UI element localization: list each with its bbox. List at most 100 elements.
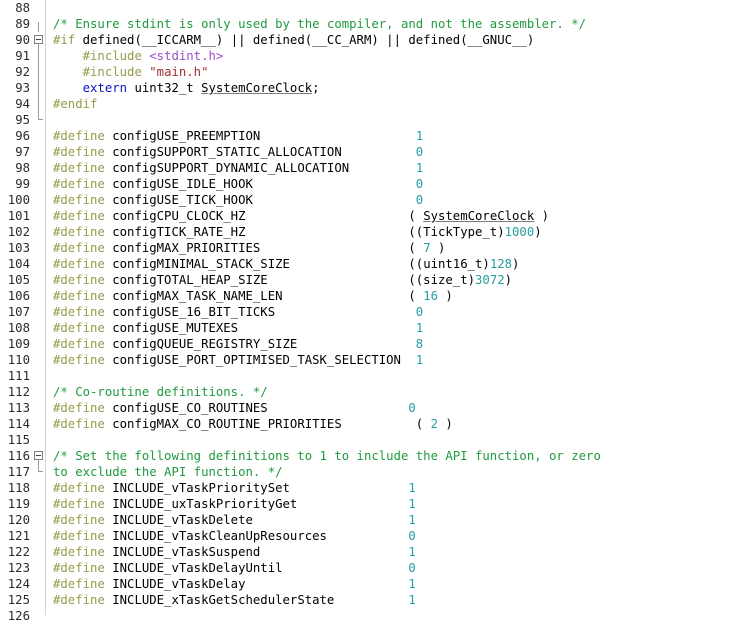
fold-column[interactable] bbox=[33, 80, 48, 96]
code-text[interactable]: /* Co-routine definitions. */ bbox=[48, 384, 730, 400]
code-line[interactable]: 124 #define INCLUDE_vTaskDelay 1 bbox=[0, 576, 730, 592]
code-line[interactable]: 116 /* Set the following definitions to 1… bbox=[0, 448, 730, 464]
code-line[interactable]: 100 #define configUSE_TICK_HOOK 0 bbox=[0, 192, 730, 208]
code-text[interactable]: #define configTICK_RATE_HZ ((TickType_t)… bbox=[48, 224, 730, 240]
code-text[interactable]: #define configUSE_PREEMPTION 1 bbox=[48, 128, 730, 144]
fold-column[interactable] bbox=[33, 32, 48, 48]
code-text[interactable]: #define configMAX_PRIORITIES ( 7 ) bbox=[48, 240, 730, 256]
fold-column[interactable] bbox=[33, 16, 48, 32]
code-text[interactable]: to exclude the API function. */ bbox=[48, 464, 730, 480]
code-text[interactable]: #define configTOTAL_HEAP_SIZE ((size_t)3… bbox=[48, 272, 730, 288]
code-line[interactable]: 109 #define configQUEUE_REGISTRY_SIZE 8 bbox=[0, 336, 730, 352]
code-text[interactable]: #include <stdint.h> bbox=[48, 48, 730, 64]
code-line[interactable]: 103 #define configMAX_PRIORITIES ( 7 ) bbox=[0, 240, 730, 256]
code-line[interactable]: 121 #define INCLUDE_vTaskCleanUpResources… bbox=[0, 528, 730, 544]
code-editor[interactable]: 88 89 /* Ensure stdint is only used by the… bbox=[0, 0, 730, 624]
fold-column[interactable] bbox=[33, 240, 48, 256]
code-line[interactable]: 95 bbox=[0, 112, 730, 128]
code-text[interactable]: /* Set the following definitions to 1 to… bbox=[48, 448, 730, 464]
code-text[interactable]: #define configMAX_CO_ROUTINE_PRIORITIES … bbox=[48, 416, 730, 432]
fold-column[interactable] bbox=[33, 48, 48, 64]
fold-column[interactable] bbox=[33, 112, 48, 128]
code-line[interactable]: 90 #if defined(__ICCARM__) || defined(__C… bbox=[0, 32, 730, 48]
fold-column[interactable] bbox=[33, 144, 48, 160]
fold-column[interactable] bbox=[33, 576, 48, 592]
code-line[interactable]: 107 #define configUSE_16_BIT_TICKS 0 bbox=[0, 304, 730, 320]
code-line[interactable]: 126 bbox=[0, 608, 730, 624]
fold-column[interactable] bbox=[33, 288, 48, 304]
code-text[interactable]: #define INCLUDE_vTaskPrioritySet 1 bbox=[48, 480, 730, 496]
code-line[interactable]: 105 #define configTOTAL_HEAP_SIZE ((size_… bbox=[0, 272, 730, 288]
fold-column[interactable] bbox=[33, 0, 48, 16]
fold-column[interactable] bbox=[33, 592, 48, 608]
code-line[interactable]: 106 #define configMAX_TASK_NAME_LEN ( 16 … bbox=[0, 288, 730, 304]
code-line[interactable]: 99 #define configUSE_IDLE_HOOK 0 bbox=[0, 176, 730, 192]
fold-column[interactable] bbox=[33, 160, 48, 176]
code-text[interactable]: #define configUSE_PORT_OPTIMISED_TASK_SE… bbox=[48, 352, 730, 368]
code-line[interactable]: 91 #include <stdint.h> bbox=[0, 48, 730, 64]
fold-column[interactable] bbox=[33, 128, 48, 144]
code-line[interactable]: 119 #define INCLUDE_uxTaskPriorityGet 1 bbox=[0, 496, 730, 512]
code-lines-container[interactable]: 88 89 /* Ensure stdint is only used by the… bbox=[0, 0, 730, 624]
fold-column[interactable] bbox=[33, 384, 48, 400]
code-line[interactable]: 89 /* Ensure stdint is only used by the c… bbox=[0, 16, 730, 32]
fold-column[interactable] bbox=[33, 320, 48, 336]
code-text[interactable]: #define INCLUDE_vTaskDelete 1 bbox=[48, 512, 730, 528]
code-line[interactable]: 125 #define INCLUDE_xTaskGetSchedulerStat… bbox=[0, 592, 730, 608]
fold-column[interactable] bbox=[33, 192, 48, 208]
fold-column[interactable] bbox=[33, 544, 48, 560]
code-line[interactable]: 101 #define configCPU_CLOCK_HZ ( SystemCo… bbox=[0, 208, 730, 224]
fold-column[interactable] bbox=[33, 336, 48, 352]
fold-column[interactable] bbox=[33, 480, 48, 496]
code-text[interactable]: #include "main.h" bbox=[48, 64, 730, 80]
code-text[interactable]: #define configMAX_TASK_NAME_LEN ( 16 ) bbox=[48, 288, 730, 304]
code-line[interactable]: 110 #define configUSE_PORT_OPTIMISED_TASK… bbox=[0, 352, 730, 368]
code-text[interactable]: #define configSUPPORT_STATIC_ALLOCATION … bbox=[48, 144, 730, 160]
code-line[interactable]: 104 #define configMINIMAL_STACK_SIZE ((ui… bbox=[0, 256, 730, 272]
code-text[interactable]: #define configUSE_CO_ROUTINES 0 bbox=[48, 400, 730, 416]
code-text[interactable]: #define configUSE_MUTEXES 1 bbox=[48, 320, 730, 336]
code-text[interactable]: #if defined(__ICCARM__) || defined(__CC_… bbox=[48, 32, 730, 48]
fold-column[interactable] bbox=[33, 272, 48, 288]
code-line[interactable]: 112 /* Co-routine definitions. */ bbox=[0, 384, 730, 400]
code-text[interactable]: #define configUSE_IDLE_HOOK 0 bbox=[48, 176, 730, 192]
fold-column[interactable] bbox=[33, 416, 48, 432]
fold-column[interactable] bbox=[33, 304, 48, 320]
fold-column[interactable] bbox=[33, 512, 48, 528]
code-text[interactable]: #define configCPU_CLOCK_HZ ( SystemCoreC… bbox=[48, 208, 730, 224]
fold-column[interactable] bbox=[33, 448, 48, 464]
code-text[interactable]: extern uint32_t SystemCoreClock; bbox=[48, 80, 730, 96]
fold-collapse-icon[interactable] bbox=[34, 451, 43, 460]
fold-column[interactable] bbox=[33, 432, 48, 448]
code-text[interactable]: #define INCLUDE_xTaskGetSchedulerState 1 bbox=[48, 592, 730, 608]
code-line[interactable]: 122 #define INCLUDE_vTaskSuspend 1 bbox=[0, 544, 730, 560]
fold-column[interactable] bbox=[33, 608, 48, 624]
code-line[interactable]: 88 bbox=[0, 0, 730, 16]
code-line[interactable]: 113 #define configUSE_CO_ROUTINES 0 bbox=[0, 400, 730, 416]
code-line[interactable]: 93 extern uint32_t SystemCoreClock; bbox=[0, 80, 730, 96]
code-line[interactable]: 114 #define configMAX_CO_ROUTINE_PRIORITI… bbox=[0, 416, 730, 432]
code-text[interactable]: #define INCLUDE_vTaskDelay 1 bbox=[48, 576, 730, 592]
fold-column[interactable] bbox=[33, 352, 48, 368]
code-line[interactable]: 96 #define configUSE_PREEMPTION 1 bbox=[0, 128, 730, 144]
fold-column[interactable] bbox=[33, 496, 48, 512]
code-line[interactable]: 111 bbox=[0, 368, 730, 384]
fold-column[interactable] bbox=[33, 224, 48, 240]
code-text[interactable]: #define configUSE_16_BIT_TICKS 0 bbox=[48, 304, 730, 320]
fold-column[interactable] bbox=[33, 96, 48, 112]
code-text[interactable]: #define INCLUDE_vTaskCleanUpResources 0 bbox=[48, 528, 730, 544]
fold-column[interactable] bbox=[33, 464, 48, 480]
code-text[interactable]: #define INCLUDE_uxTaskPriorityGet 1 bbox=[48, 496, 730, 512]
code-line[interactable]: 118 #define INCLUDE_vTaskPrioritySet 1 bbox=[0, 480, 730, 496]
fold-column[interactable] bbox=[33, 176, 48, 192]
code-text[interactable]: #define configSUPPORT_DYNAMIC_ALLOCATION… bbox=[48, 160, 730, 176]
code-line[interactable]: 98 #define configSUPPORT_DYNAMIC_ALLOCATI… bbox=[0, 160, 730, 176]
code-line[interactable]: 108 #define configUSE_MUTEXES 1 bbox=[0, 320, 730, 336]
fold-column[interactable] bbox=[33, 64, 48, 80]
fold-collapse-icon[interactable] bbox=[34, 35, 43, 44]
code-text[interactable]: #define INCLUDE_vTaskDelayUntil 0 bbox=[48, 560, 730, 576]
code-line[interactable]: 117 to exclude the API function. */ bbox=[0, 464, 730, 480]
code-text[interactable]: /* Ensure stdint is only used by the com… bbox=[48, 16, 730, 32]
code-text[interactable]: #endif bbox=[48, 96, 730, 112]
code-text[interactable]: #define INCLUDE_vTaskSuspend 1 bbox=[48, 544, 730, 560]
